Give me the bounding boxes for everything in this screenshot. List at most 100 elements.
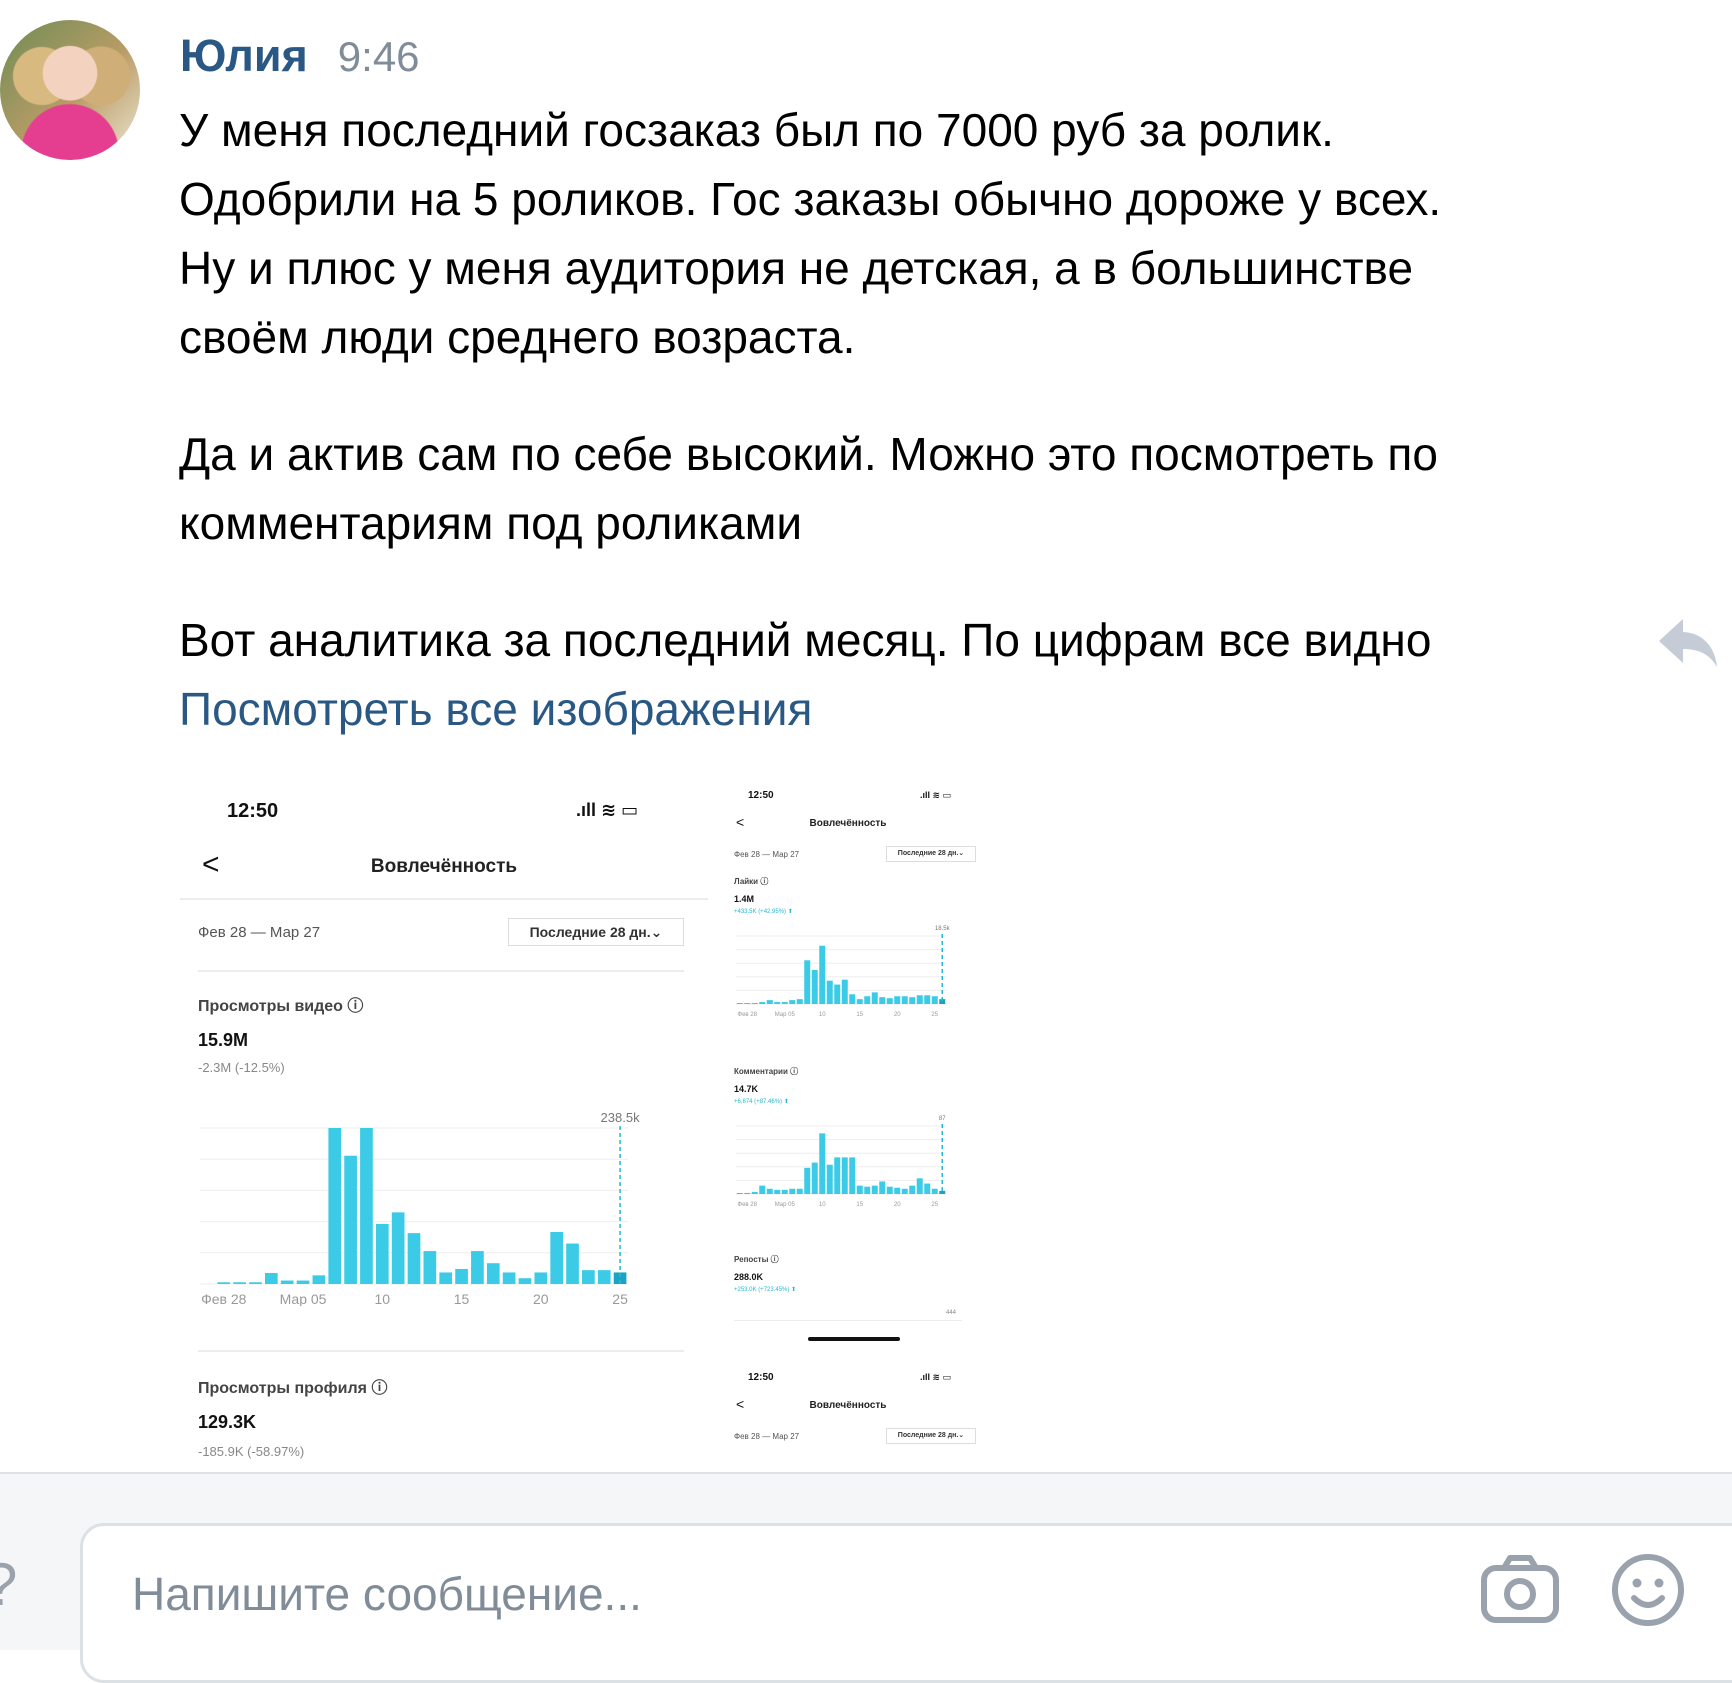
period-dropdown[interactable]: Последние 28 дн.⌄ — [508, 918, 684, 946]
bars — [736, 934, 946, 1004]
chart-bar — [789, 1000, 796, 1004]
gridlines — [736, 1125, 946, 1195]
status-bar-time: 12:50 — [748, 1372, 774, 1383]
x-tick-label: 15 — [856, 1012, 863, 1018]
reply-arrow-icon[interactable] — [1657, 615, 1719, 671]
x-tick-label: 15 — [454, 1291, 470, 1306]
x-tick-label: Мар 05 — [775, 1202, 796, 1208]
chart-bar — [774, 1002, 781, 1004]
metric-value-likes: 1.4M — [734, 894, 755, 904]
chart-bar — [744, 1192, 751, 1194]
chart-bar — [864, 996, 871, 1004]
chart-bar — [455, 1268, 468, 1284]
chart-bar — [796, 999, 803, 1004]
message-paragraph: У меня последний госзаказ был по 7000 ру… — [179, 104, 1442, 363]
peak-label: 238.5k — [601, 1110, 641, 1125]
chart-bar — [826, 1164, 833, 1194]
avatar[interactable] — [0, 20, 140, 160]
chart-bar — [486, 1263, 500, 1284]
chart-bar — [894, 1187, 901, 1194]
metric-label-reposts: Репосты ⓘ — [734, 1255, 779, 1264]
attachment-image-engagement-video-views[interactable]: 12:50 .ıll ≋ ▭ < Вовлечённость Фев 28 — … — [180, 778, 708, 1472]
chart-bar — [849, 994, 856, 1004]
period-dropdown[interactable]: Последние 28 дн.⌄ — [886, 1428, 976, 1444]
page-title: Вовлечённость — [809, 1400, 887, 1411]
chart-bar — [312, 1275, 326, 1284]
chart-bar — [909, 1185, 916, 1194]
metric-change-likes: +433.5K (+42.95%) ⬆ — [734, 909, 793, 915]
home-indicator — [808, 1337, 900, 1341]
x-tick-label: 10 — [819, 1012, 826, 1018]
likes-chart: 18.5k Фев 28 Мар 05 10 15 20 25 — [736, 926, 951, 1018]
status-bar-icons: .ıll ≋ ▭ — [920, 1372, 952, 1382]
x-tick-label: 15 — [856, 1202, 863, 1208]
chart-bar — [781, 1002, 788, 1004]
metric-change-comments: +6,874 (+87.46%) ⬆ — [734, 1099, 789, 1105]
chart-bar — [217, 1282, 231, 1284]
x-tick-label: 20 — [894, 1012, 901, 1018]
metric-label-video-views: Просмотры видео ⓘ — [198, 998, 364, 1015]
chart-bar — [534, 1272, 548, 1284]
reposts-peak-label: 444 — [946, 1310, 957, 1316]
attach-icon[interactable]: ? — [0, 1550, 17, 1619]
message-input-placeholder: Напишите сообщение... — [132, 1568, 642, 1620]
chart-bar — [834, 1157, 841, 1194]
chart-bar — [804, 960, 811, 1004]
chart-bar — [328, 1128, 342, 1284]
bars — [736, 1124, 946, 1194]
attachment-image-engagement-likes-comments[interactable]: 12:50 .ıll ≋ ▭ < Вовлечённость Фев 28 — … — [722, 778, 986, 1472]
message-paragraph: Да и актив сам по себе высокий. Можно эт… — [179, 428, 1438, 549]
page-title: Вовлечённость — [370, 856, 518, 877]
chart-bar — [909, 997, 916, 1004]
bars — [217, 1126, 627, 1284]
chart-bar — [864, 1186, 871, 1194]
chart-bar — [736, 1192, 743, 1194]
chart-bar — [344, 1155, 357, 1284]
chart-bar — [819, 1133, 826, 1194]
chart-bar — [423, 1251, 437, 1284]
divider — [198, 970, 684, 972]
chart-bar — [901, 1188, 908, 1194]
chart-bar — [566, 1243, 579, 1284]
x-tick-label: Фев 28 — [201, 1291, 247, 1306]
chart-bar — [789, 1188, 796, 1194]
status-bar-time: 12:50 — [748, 790, 774, 801]
chart-bar — [781, 1189, 788, 1194]
metric-change-profile-views: -185.9K (-58.97%) — [198, 1444, 305, 1459]
x-tick-label: 10 — [819, 1202, 826, 1208]
chart-bar — [886, 998, 893, 1004]
metric-change-video-views: -2.3M (-12.5%) — [198, 1060, 285, 1075]
chart-bar — [931, 996, 938, 1004]
chart-bar — [759, 1185, 766, 1194]
comments-chart: 87 Фев 28 Мар 05 10 15 20 25 — [736, 1116, 946, 1208]
metric-value-profile-views: 129.3K — [198, 1412, 257, 1432]
smile-icon[interactable] — [1610, 1552, 1686, 1628]
chart-bar — [856, 1185, 863, 1194]
date-range: Фев 28 — Мар 27 — [198, 924, 321, 941]
view-all-images-link[interactable]: Посмотреть все изображения — [179, 675, 1649, 744]
chart-bar — [502, 1272, 516, 1284]
author-name[interactable]: Юлия — [180, 30, 308, 82]
chart-bar — [894, 996, 901, 1004]
chart-bar — [811, 970, 818, 1004]
chart-bar — [391, 1212, 405, 1284]
peak-label: 18.5k — [935, 926, 951, 932]
peak-label: 87 — [939, 1116, 946, 1122]
x-tick-label: 10 — [375, 1291, 391, 1306]
metric-label-likes: Лайки ⓘ — [734, 877, 769, 886]
chart-bar — [879, 1181, 886, 1194]
camera-icon[interactable] — [1480, 1554, 1560, 1624]
chart-bar — [871, 992, 878, 1004]
chart-bar — [931, 1188, 938, 1194]
x-tick-label: 25 — [612, 1291, 628, 1306]
x-tick-label: Фев 28 — [738, 1012, 758, 1018]
chart-bar — [811, 1162, 818, 1194]
period-dropdown[interactable]: Последние 28 дн.⌄ — [886, 846, 976, 862]
chart-bar — [871, 1185, 878, 1194]
x-tick-label: Мар 05 — [280, 1291, 327, 1306]
chart-bar — [597, 1270, 611, 1284]
chart-bar — [774, 1189, 781, 1194]
chart-bar — [407, 1233, 421, 1284]
x-tick-label: 25 — [931, 1012, 938, 1018]
date-range: Фев 28 — Мар 27 — [734, 1432, 800, 1441]
